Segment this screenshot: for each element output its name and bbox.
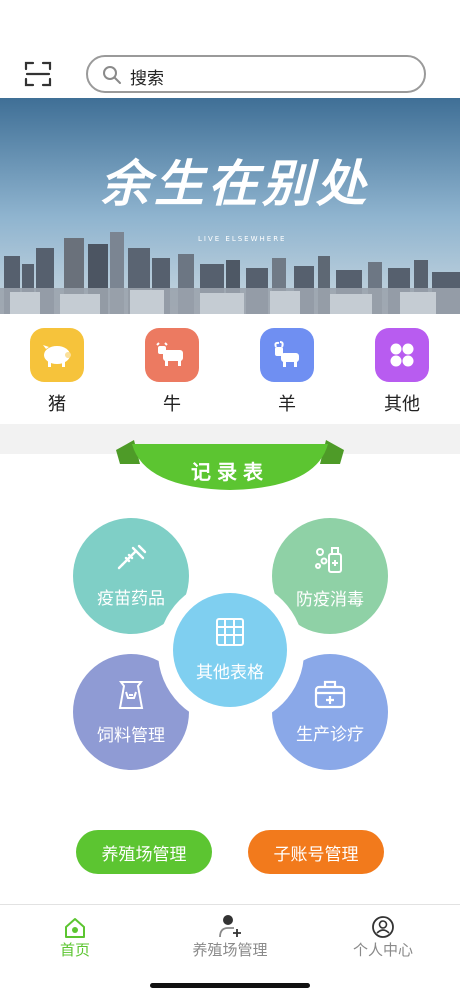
medical-kit-icon	[313, 679, 347, 714]
other-tables-label: 其他表格	[196, 663, 264, 683]
farm-management-button[interactable]: 养殖场管理	[76, 830, 212, 874]
scan-icon[interactable]	[24, 60, 52, 88]
vaccine-label: 疫苗药品	[97, 589, 165, 609]
tab-farm-management[interactable]: 养殖场管理	[178, 915, 282, 960]
disinfectant-spray-icon	[313, 542, 347, 579]
pig-icon	[30, 328, 84, 382]
production-label: 生产诊疗	[296, 725, 364, 745]
tab-bar: 首页 养殖场管理 个人中心	[0, 904, 460, 996]
search-input[interactable]: 搜索	[86, 55, 426, 93]
top-bar: 搜索	[0, 0, 460, 98]
cow-icon	[145, 328, 199, 382]
category-goat[interactable]: 羊	[242, 328, 332, 418]
search-placeholder: 搜索	[130, 69, 164, 89]
record-section: 记录表 疫苗药品 防疫消毒 饲料管理 生产诊疗 其他表格 养殖场管理 子账号管理	[0, 440, 460, 904]
feed-bag-icon	[116, 678, 146, 715]
banner-image[interactable]: 余生在别处 LIVE ELSEWHERE	[0, 98, 460, 314]
category-label: 其他	[384, 394, 420, 415]
tab-label: 个人中心	[352, 941, 413, 959]
feed-label: 饲料管理	[97, 726, 165, 746]
category-label: 牛	[163, 394, 181, 415]
record-title: 记录表	[191, 460, 269, 484]
other-tables-button[interactable]: 其他表格	[173, 593, 287, 707]
banner-subline: LIVE ELSEWHERE	[198, 235, 287, 243]
category-cow[interactable]: 牛	[127, 328, 217, 418]
category-other[interactable]: 其他	[357, 328, 447, 418]
banner-headline: 余生在别处	[100, 154, 370, 213]
table-icon	[215, 617, 245, 652]
tab-home[interactable]: 首页	[50, 915, 100, 960]
grid-four-icon	[375, 328, 429, 382]
home-icon	[50, 915, 100, 939]
user-icon	[344, 915, 422, 939]
farm-add-icon	[178, 915, 282, 939]
search-icon	[102, 65, 122, 85]
sub-account-button[interactable]: 子账号管理	[248, 830, 384, 874]
category-pig[interactable]: 猪	[12, 328, 102, 418]
category-label: 猪	[48, 394, 66, 415]
tab-label: 养殖场管理	[192, 941, 268, 959]
home-indicator	[150, 983, 310, 988]
tab-label: 首页	[59, 941, 90, 959]
category-label: 羊	[278, 394, 296, 415]
category-row: 猪 牛 羊 其他	[0, 314, 460, 424]
disinfection-label: 防疫消毒	[296, 590, 364, 610]
tab-personal-center[interactable]: 个人中心	[344, 915, 422, 960]
syringe-icon	[114, 543, 148, 578]
goat-icon	[260, 328, 314, 382]
